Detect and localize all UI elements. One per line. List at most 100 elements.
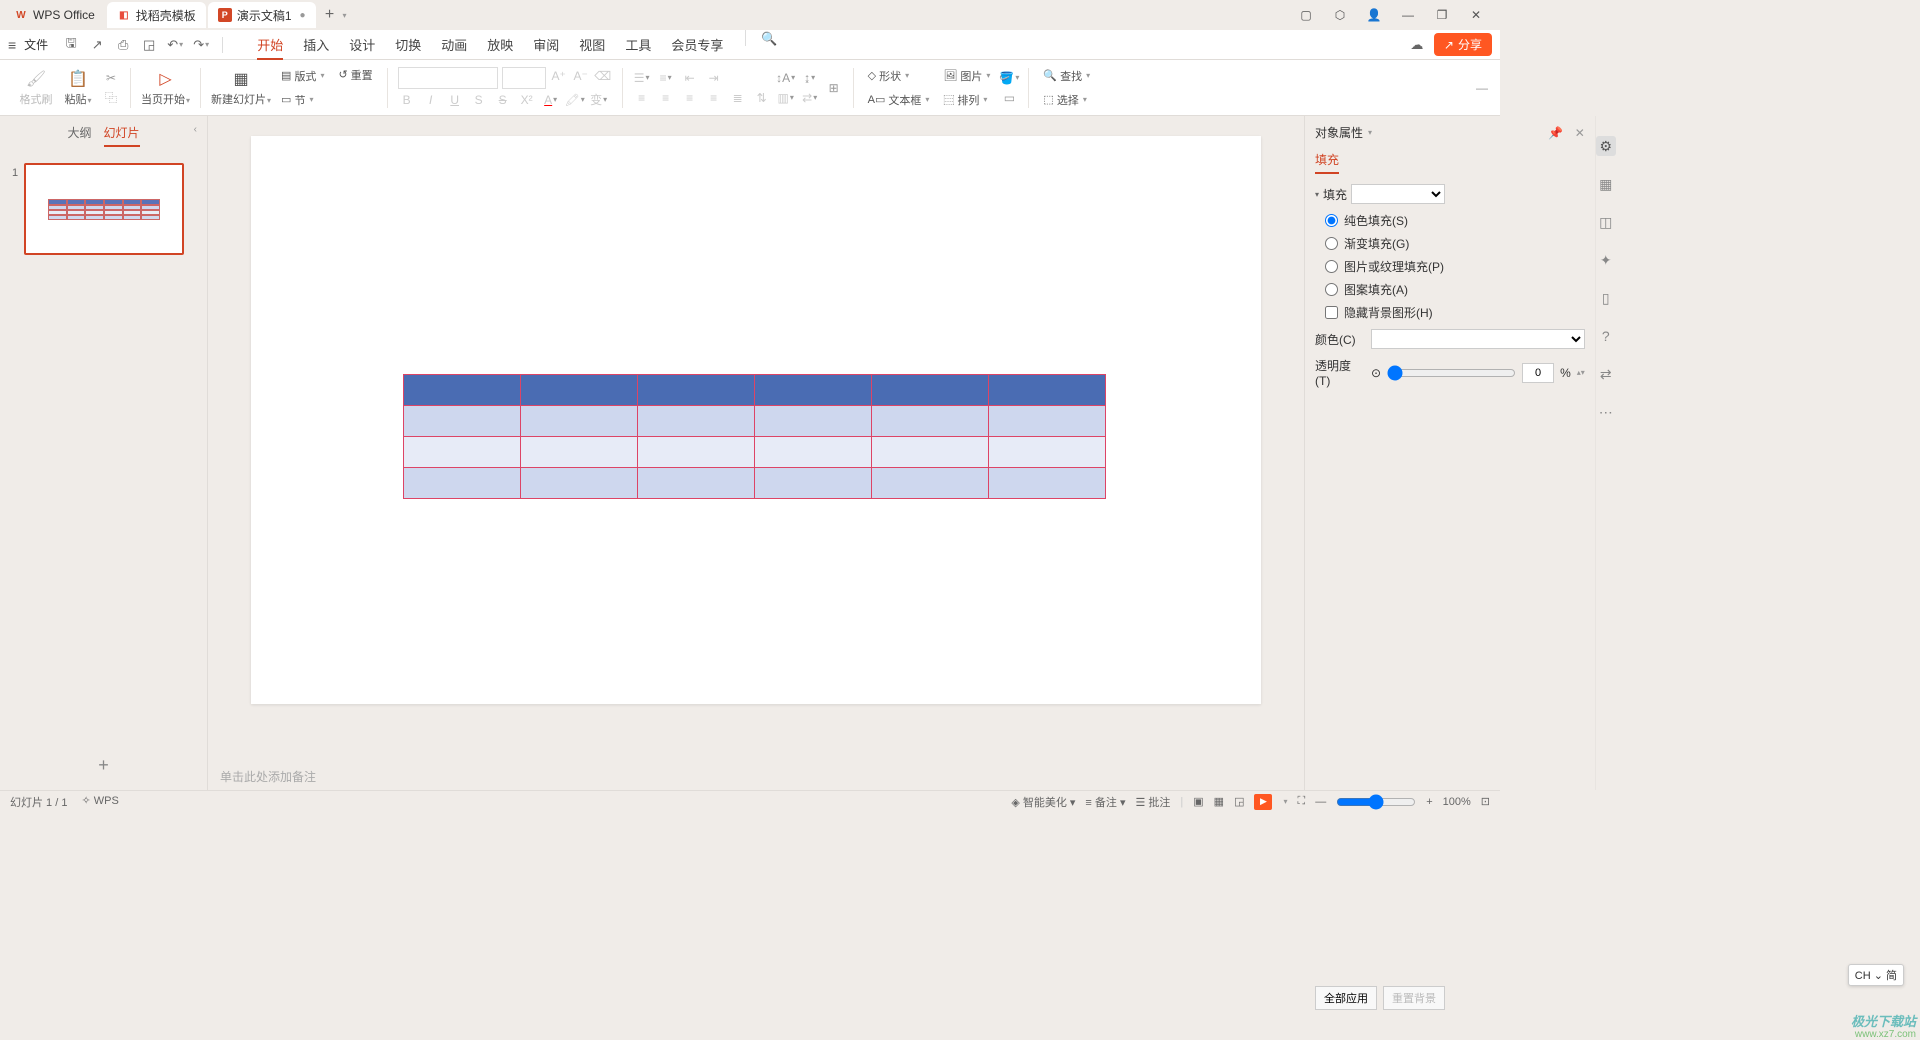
- fill-color-icon[interactable]: 🪣▾: [1000, 69, 1018, 87]
- select-button[interactable]: ⬚选择▾: [1039, 89, 1094, 111]
- tab-wps-home[interactable]: W WPS Office: [4, 2, 105, 28]
- zoom-in-icon[interactable]: +: [1426, 796, 1432, 808]
- decrease-indent-icon[interactable]: ⇤: [681, 69, 699, 87]
- export-icon[interactable]: ↗: [88, 36, 106, 54]
- close-pane-icon[interactable]: ✕: [1575, 126, 1585, 140]
- redo-icon[interactable]: ↷▾: [192, 36, 210, 54]
- convert-icon[interactable]: ⇄▾: [801, 89, 819, 107]
- reset-button[interactable]: ↺重置: [334, 64, 376, 86]
- apply-all-button[interactable]: 全部应用: [1315, 986, 1377, 1010]
- start-current-button[interactable]: ▷当页开始▾: [141, 64, 190, 112]
- align-right-icon[interactable]: ≡: [681, 89, 699, 107]
- arrange-button[interactable]: ⿳排列▾: [939, 89, 994, 111]
- numbering-icon[interactable]: ≡▾: [657, 69, 675, 87]
- save-icon[interactable]: 🖫: [62, 36, 80, 54]
- cut-icon[interactable]: ✂: [102, 69, 120, 87]
- notes-toggle[interactable]: ≡ 备注 ▾: [1085, 794, 1125, 810]
- fill-tab[interactable]: 填充: [1315, 151, 1339, 174]
- highlight-icon[interactable]: 🖍▾: [566, 91, 584, 109]
- italic-icon[interactable]: I: [422, 91, 440, 109]
- align-justify-icon[interactable]: ≡: [705, 89, 723, 107]
- tab-tools[interactable]: 工具: [615, 30, 661, 60]
- magic-tool-icon[interactable]: ✦: [1596, 250, 1616, 270]
- outline-tab[interactable]: 大纲: [67, 124, 91, 147]
- fill-solid-radio[interactable]: 纯色填充(S): [1325, 212, 1585, 229]
- tab-member[interactable]: 会员专享: [661, 30, 733, 60]
- tab-review[interactable]: 审阅: [523, 30, 569, 60]
- ime-indicator[interactable]: CH ⌄ 简: [1848, 964, 1904, 986]
- shape-button[interactable]: ◇形状▾: [864, 65, 934, 87]
- close-window-icon[interactable]: ✕: [1464, 3, 1488, 27]
- view-reading-icon[interactable]: ◲: [1234, 795, 1244, 808]
- phone-tool-icon[interactable]: ▯: [1596, 288, 1616, 308]
- align-center-icon[interactable]: ≡: [657, 89, 675, 107]
- style-tool-icon[interactable]: ⚙: [1596, 136, 1616, 156]
- picture-button[interactable]: 🖼图片▾: [939, 65, 994, 87]
- zoom-slider[interactable]: [1336, 794, 1416, 810]
- gallery-tool-icon[interactable]: ▦: [1596, 174, 1616, 194]
- fill-picture-radio[interactable]: 图片或纹理填充(P): [1325, 258, 1585, 275]
- notes-area[interactable]: 单击此处添加备注: [208, 762, 1304, 790]
- outline-icon[interactable]: ▭: [1000, 89, 1018, 107]
- cloud-icon[interactable]: ☁: [1408, 36, 1426, 54]
- slides-tab[interactable]: 幻灯片: [104, 124, 140, 147]
- zoom-out-icon[interactable]: —: [1315, 796, 1326, 808]
- print-icon[interactable]: ⎙: [114, 36, 132, 54]
- fill-preset-combo[interactable]: [1351, 184, 1445, 204]
- bold-icon[interactable]: B: [398, 91, 416, 109]
- paste-button[interactable]: 📋粘贴▾: [60, 64, 96, 112]
- slide-canvas[interactable]: [251, 136, 1261, 704]
- more-tool-icon[interactable]: ⋯: [1596, 402, 1616, 422]
- share-button[interactable]: ↗分享: [1434, 33, 1492, 56]
- tab-insert[interactable]: 插入: [293, 30, 339, 60]
- close-tab-icon[interactable]: ●: [300, 10, 306, 21]
- reset-bg-button[interactable]: 重置背景: [1383, 986, 1445, 1010]
- file-menu[interactable]: 文件: [24, 36, 48, 53]
- underline-icon[interactable]: U: [446, 91, 464, 109]
- opacity-input[interactable]: [1522, 363, 1554, 383]
- tab-start[interactable]: 开始: [247, 30, 293, 60]
- color-combo[interactable]: [1371, 329, 1585, 349]
- focus-icon[interactable]: ⛶: [1298, 795, 1306, 808]
- slide-table[interactable]: [403, 374, 1106, 499]
- preview-icon[interactable]: ◲: [140, 36, 158, 54]
- add-slide-button[interactable]: +: [0, 741, 207, 790]
- shadow-icon[interactable]: S: [470, 91, 488, 109]
- user-avatar-icon[interactable]: 👤: [1362, 3, 1386, 27]
- textbox-button[interactable]: A▭文本框▾: [864, 89, 934, 111]
- fill-gradient-radio[interactable]: 渐变填充(G): [1325, 235, 1585, 252]
- align-left-icon[interactable]: ≡: [633, 89, 651, 107]
- resource-tool-icon[interactable]: ◫: [1596, 212, 1616, 232]
- distribute-icon[interactable]: ≣: [729, 89, 747, 107]
- font-family-combo[interactable]: [398, 67, 498, 89]
- collapse-panel-icon[interactable]: ‹: [194, 124, 197, 135]
- wps-copilot[interactable]: ✧ WPS: [81, 794, 118, 810]
- copy-icon[interactable]: ⿻: [102, 89, 120, 107]
- beautify-button[interactable]: ◈ 智能美化 ▾: [1011, 794, 1075, 810]
- window-mode-icon[interactable]: ▢: [1294, 3, 1318, 27]
- tab-animation[interactable]: 动画: [431, 30, 477, 60]
- layout-button[interactable]: ▤版式▾: [277, 65, 328, 87]
- fit-icon[interactable]: ⊡: [1481, 795, 1490, 808]
- slideshow-button[interactable]: ▶: [1254, 794, 1272, 810]
- format-painter-button[interactable]: 🖌格式刷: [18, 64, 54, 112]
- stepper-icon[interactable]: ▴▾: [1577, 368, 1585, 377]
- tab-transition[interactable]: 切换: [385, 30, 431, 60]
- search-icon[interactable]: 🔍: [760, 30, 778, 48]
- tab-slideshow[interactable]: 放映: [477, 30, 523, 60]
- text-effects-icon[interactable]: 变▾: [590, 91, 608, 109]
- section-button[interactable]: ▭节▾: [277, 89, 328, 111]
- view-normal-icon[interactable]: ▣: [1193, 795, 1203, 808]
- comments-toggle[interactable]: ☰ 批注: [1135, 794, 1170, 810]
- font-size-combo[interactable]: [502, 67, 546, 89]
- font-color-icon[interactable]: A▾: [542, 91, 560, 109]
- pin-icon[interactable]: 📌: [1548, 126, 1563, 140]
- clear-format-icon[interactable]: ⌫: [594, 67, 612, 85]
- tab-menu-dropdown[interactable]: ▾: [343, 11, 347, 20]
- tab-design[interactable]: 设计: [339, 30, 385, 60]
- undo-icon[interactable]: ↶▾: [166, 36, 184, 54]
- minimize-icon[interactable]: —: [1396, 3, 1420, 27]
- increase-indent-icon[interactable]: ⇥: [705, 69, 723, 87]
- new-slide-button[interactable]: ▦新建幻灯片▾: [211, 64, 271, 112]
- hide-bg-checkbox[interactable]: 隐藏背景图形(H): [1325, 304, 1585, 321]
